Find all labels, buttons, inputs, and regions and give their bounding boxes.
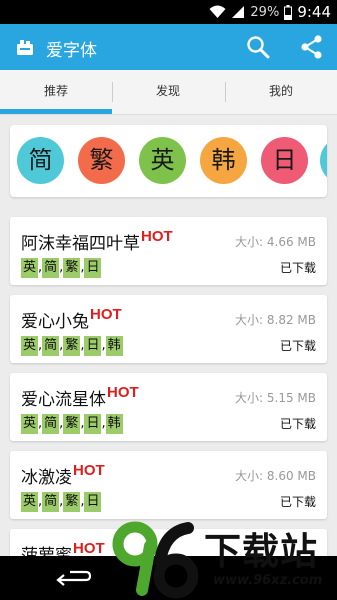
- font-list-item[interactable]: 冰激凌HOT 大小: 8.60 MB 英, 简, 繁, 日 已下载: [10, 451, 327, 519]
- category-traditional[interactable]: 繁: [78, 137, 125, 184]
- language-tag: 英: [21, 258, 39, 278]
- language-tag: 韩: [105, 336, 123, 356]
- download-status[interactable]: 已下载: [280, 259, 316, 276]
- language-tags: 英, 简, 繁, 日, 韩: [21, 414, 123, 434]
- hot-badge: HOT: [141, 228, 173, 245]
- language-tag: 日: [84, 414, 102, 434]
- font-name-text: 阿沫幸福四叶草: [21, 234, 140, 254]
- battery-text: 29%: [250, 4, 280, 20]
- language-tag: 繁: [63, 414, 81, 434]
- download-status[interactable]: 已下载: [280, 415, 316, 432]
- font-name: 爱心小兔HOT: [21, 306, 122, 332]
- font-name: 爱心流星体HOT: [21, 384, 139, 410]
- language-tag: 繁: [63, 258, 81, 278]
- font-name-text: 爱心流星体: [21, 390, 106, 410]
- category-japanese[interactable]: 日: [261, 137, 308, 184]
- category-korean[interactable]: 韩: [200, 137, 247, 184]
- status-bar: 29% 9:44: [0, 0, 337, 24]
- search-icon[interactable]: [244, 33, 272, 61]
- language-tags: 英, 简, 繁, 日: [21, 258, 102, 278]
- status-icons: 29% 9:44: [209, 3, 331, 21]
- clock: 9:44: [297, 3, 331, 21]
- language-tag: 简: [42, 336, 60, 356]
- hot-badge: HOT: [73, 540, 105, 557]
- language-tag: 日: [84, 258, 102, 278]
- app-logo-icon: [17, 40, 33, 55]
- tab-bar: 推荐 发现 我的: [0, 70, 337, 115]
- font-size: 大小: 4.66 MB: [235, 235, 316, 249]
- language-tag: 简: [42, 414, 60, 434]
- font-list-item[interactable]: 爱心流星体HOT 大小: 5.15 MB 英, 简, 繁, 日, 韩 已下载: [10, 373, 327, 441]
- watermark-logo-icon: [112, 521, 198, 599]
- download-status[interactable]: 已下载: [280, 493, 316, 510]
- battery-icon: [284, 4, 293, 20]
- language-tag: 简: [42, 492, 60, 512]
- download-status[interactable]: 已下载: [280, 337, 316, 354]
- language-tag: 日: [84, 492, 102, 512]
- hot-badge: HOT: [90, 306, 122, 323]
- language-tag: 日: [84, 336, 102, 356]
- watermark-url: www.96xz.com: [213, 573, 323, 588]
- font-size: 大小: 5.15 MB: [235, 391, 316, 405]
- category-simplified[interactable]: 简: [17, 137, 64, 184]
- tab-mine[interactable]: 我的: [225, 70, 337, 115]
- category-english[interactable]: 英: [139, 137, 186, 184]
- back-arrow-icon[interactable]: [52, 566, 92, 590]
- language-tags: 英, 简, 繁, 日, 韩: [21, 336, 123, 356]
- language-tag: 韩: [105, 414, 123, 434]
- language-tag: 英: [21, 492, 39, 512]
- tab-discover[interactable]: 发现: [112, 70, 224, 115]
- language-tag: 英: [21, 336, 39, 356]
- watermark-title: 下载站: [204, 530, 318, 573]
- hot-badge: HOT: [73, 462, 105, 479]
- font-name-text: 冰激凌: [21, 468, 72, 488]
- tab-active-indicator: [0, 109, 112, 114]
- share-icon[interactable]: [298, 33, 326, 61]
- app-bar: 爱字体: [0, 24, 337, 70]
- app-title: 爱字体: [46, 41, 97, 61]
- watermark: 下载站 www.96xz.com: [104, 518, 337, 600]
- language-tag: 简: [42, 258, 60, 278]
- signal-icon: [232, 6, 245, 18]
- language-tag: 繁: [63, 336, 81, 356]
- wifi-icon: [209, 5, 226, 18]
- font-size: 大小: 8.82 MB: [235, 313, 316, 327]
- hot-badge: HOT: [107, 384, 139, 401]
- font-size: 大小: 8.60 MB: [235, 469, 316, 483]
- font-name: 阿沫幸福四叶草HOT: [21, 228, 173, 254]
- category-strip: 简 繁 英 韩 日: [10, 125, 327, 197]
- language-tag: 繁: [63, 492, 81, 512]
- font-list-item[interactable]: 阿沫幸福四叶草HOT 大小: 4.66 MB 英, 简, 繁, 日 已下载: [10, 217, 327, 285]
- font-name: 冰激凌HOT: [21, 462, 105, 488]
- category-more[interactable]: [320, 137, 327, 184]
- font-name-text: 爱心小兔: [21, 312, 89, 332]
- font-list-item[interactable]: 爱心小兔HOT 大小: 8.82 MB 英, 简, 繁, 日, 韩 已下载: [10, 295, 327, 363]
- language-tag: 英: [21, 414, 39, 434]
- language-tags: 英, 简, 繁, 日: [21, 492, 102, 512]
